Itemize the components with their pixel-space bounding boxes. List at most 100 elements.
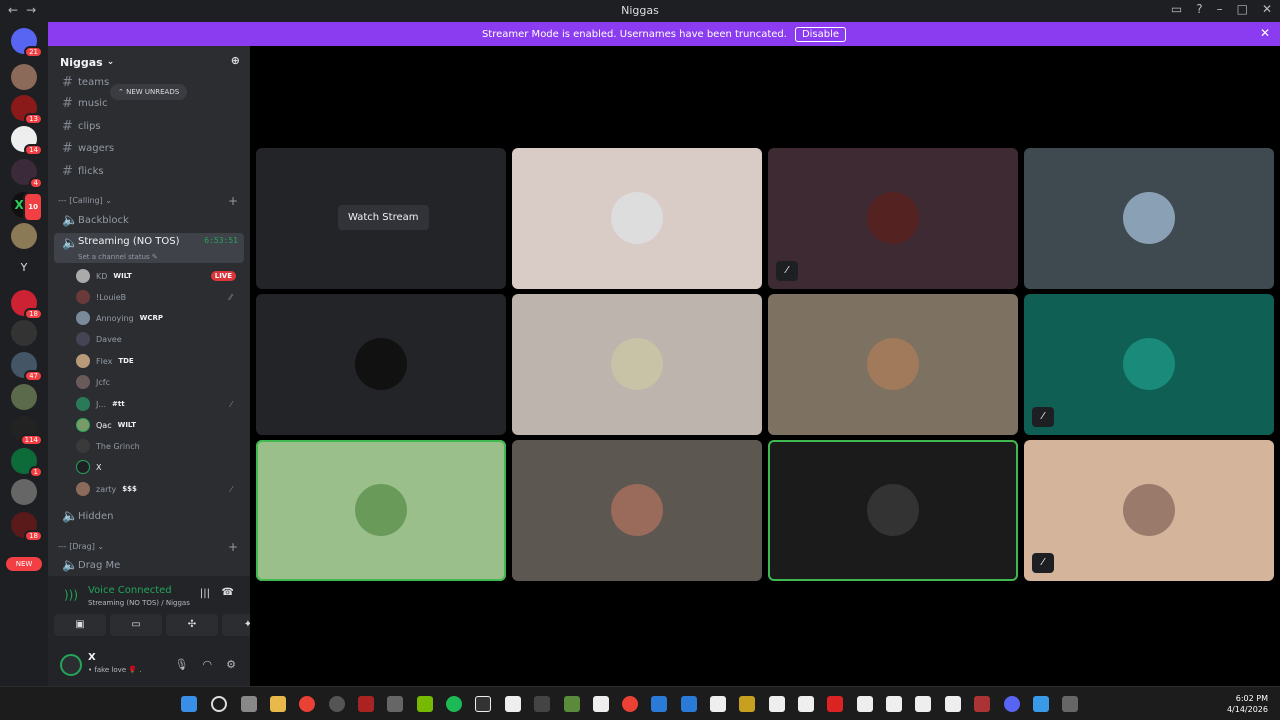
server-icon[interactable]: 47 [11,352,43,382]
epic-games-icon[interactable] [475,696,491,712]
participant-tile[interactable]: ⁄ [1024,440,1274,581]
nvidia-icon[interactable] [417,696,433,712]
participant-tile[interactable] [256,440,506,581]
server-icon[interactable] [11,320,37,346]
voice-user[interactable]: Davee [76,330,238,348]
channel-flicks[interactable]: # flicks [54,161,244,181]
watch-stream-button[interactable]: Watch Stream [338,205,429,230]
voice-channel-backblock[interactable]: 🔈 Backblock [54,210,244,230]
app-icon[interactable] [358,696,374,712]
participant-tile[interactable] [768,440,1018,581]
avatar[interactable] [60,654,82,676]
server-icon[interactable] [11,223,37,249]
app-icon[interactable] [827,696,843,712]
add-channel-icon[interactable]: + [228,540,238,554]
file-icon[interactable] [915,696,931,712]
file-icon[interactable] [857,696,873,712]
file-icon[interactable] [505,696,521,712]
server-icon[interactable]: 14 [11,126,43,156]
file-icon[interactable] [769,696,785,712]
channel-status[interactable]: Set a channel status ✎ [78,253,158,261]
voice-user[interactable]: X [76,458,238,476]
server-icon[interactable]: 114 [11,416,43,446]
invite-icon[interactable]: ⊕ [231,54,240,67]
winrar-icon[interactable] [739,696,755,712]
help-icon[interactable]: ? [1196,2,1202,16]
search-icon[interactable] [211,696,227,712]
voice-user[interactable]: The Grinch [76,437,238,455]
participant-tile[interactable] [512,148,762,289]
settings-gear-icon[interactable]: ⚙ [226,658,236,671]
settings-icon[interactable] [387,696,403,712]
participant-tile[interactable] [512,294,762,435]
disable-button[interactable]: Disable [794,26,847,42]
channel-music[interactable]: # music [54,93,244,113]
new-pill[interactable]: NEW [6,557,42,571]
participant-tile[interactable] [768,294,1018,435]
voice-user[interactable]: Qac WILT [76,416,238,434]
system-tray[interactable]: 6:02 PM 4/14/2026 [1227,693,1268,715]
channel-clips[interactable]: # clips [54,116,244,136]
voice-channel-hidden[interactable]: 🔈 Hidden [54,506,244,526]
voice-user[interactable]: Jcfc [76,373,238,391]
task-view-icon[interactable] [241,696,257,712]
participant-tile[interactable] [256,294,506,435]
file-icon[interactable] [945,696,961,712]
app-icon[interactable] [651,696,667,712]
app-icon[interactable] [1062,696,1078,712]
home-icon[interactable]: 21 [11,28,43,58]
server-icon[interactable]: 18 [11,512,43,542]
app-icon[interactable] [681,696,697,712]
inbox-icon[interactable]: ▭ [1171,2,1182,16]
close-banner-icon[interactable]: ✕ [1260,26,1270,40]
share-screen-button[interactable]: ▭ [110,614,162,636]
close-button[interactable]: ✕ [1262,2,1272,16]
start-icon[interactable] [181,696,197,712]
add-channel-icon[interactable]: + [228,194,238,208]
chrome-icon[interactable] [299,696,315,712]
voice-user[interactable]: Flex TDE [76,352,238,370]
file-icon[interactable] [710,696,726,712]
participant-tile[interactable] [1024,148,1274,289]
file-icon[interactable] [886,696,902,712]
app-icon[interactable] [534,696,550,712]
channel-wagers[interactable]: # wagers [54,138,244,158]
discord-icon[interactable] [1004,696,1020,712]
voice-user[interactable]: KD WILT LIVE [76,267,238,285]
microphone-icon[interactable]: 🎙 [175,658,189,671]
chrome-icon[interactable] [622,696,638,712]
server-icon[interactable]: 1 [11,448,43,478]
stream-tile[interactable]: Watch Stream [256,148,506,289]
file-icon[interactable] [798,696,814,712]
disconnect-icon[interactable]: ☎ [222,587,234,598]
voice-channel-drag[interactable]: 🔈 Drag Me [54,555,244,575]
voice-user[interactable]: !LouieB ⁄⁄ [76,288,238,306]
minecraft-icon[interactable] [564,696,580,712]
signal-icon[interactable]: ))) [64,588,78,602]
server-icon[interactable]: 18 [11,290,43,320]
server-icon[interactable]: XG10 [11,192,43,222]
voice-user[interactable]: J... #tt ⁄ [76,395,238,413]
app-icon[interactable] [974,696,990,712]
app-icon[interactable] [1033,696,1049,712]
voice-user[interactable]: Annoying WCRP [76,309,238,327]
spotify-icon[interactable] [446,696,462,712]
headphones-icon[interactable]: ◠ [203,658,213,671]
server-icon[interactable]: 4 [11,159,43,189]
camera-button[interactable]: ▣ [54,614,106,636]
app-icon[interactable] [329,696,345,712]
voice-status[interactable]: Voice Connected [88,585,172,596]
participant-tile[interactable] [512,440,762,581]
server-icon[interactable] [11,384,37,410]
file-icon[interactable] [593,696,609,712]
server-icon[interactable] [11,64,37,90]
maximize-button[interactable]: □ [1237,2,1248,16]
server-icon[interactable]: Y [11,255,37,281]
voice-user[interactable]: zarty $$$ ⁄ [76,480,238,498]
category-calling[interactable]: --- [Calling] ⌄ + [58,194,238,208]
noise-suppression-icon[interactable]: ||| [200,588,210,599]
category-drag[interactable]: --- [Drag] ⌄ + [58,540,238,554]
activities-button[interactable]: ✣ [166,614,218,636]
server-icon[interactable]: 13 [11,95,43,125]
server-icon[interactable] [11,479,37,505]
